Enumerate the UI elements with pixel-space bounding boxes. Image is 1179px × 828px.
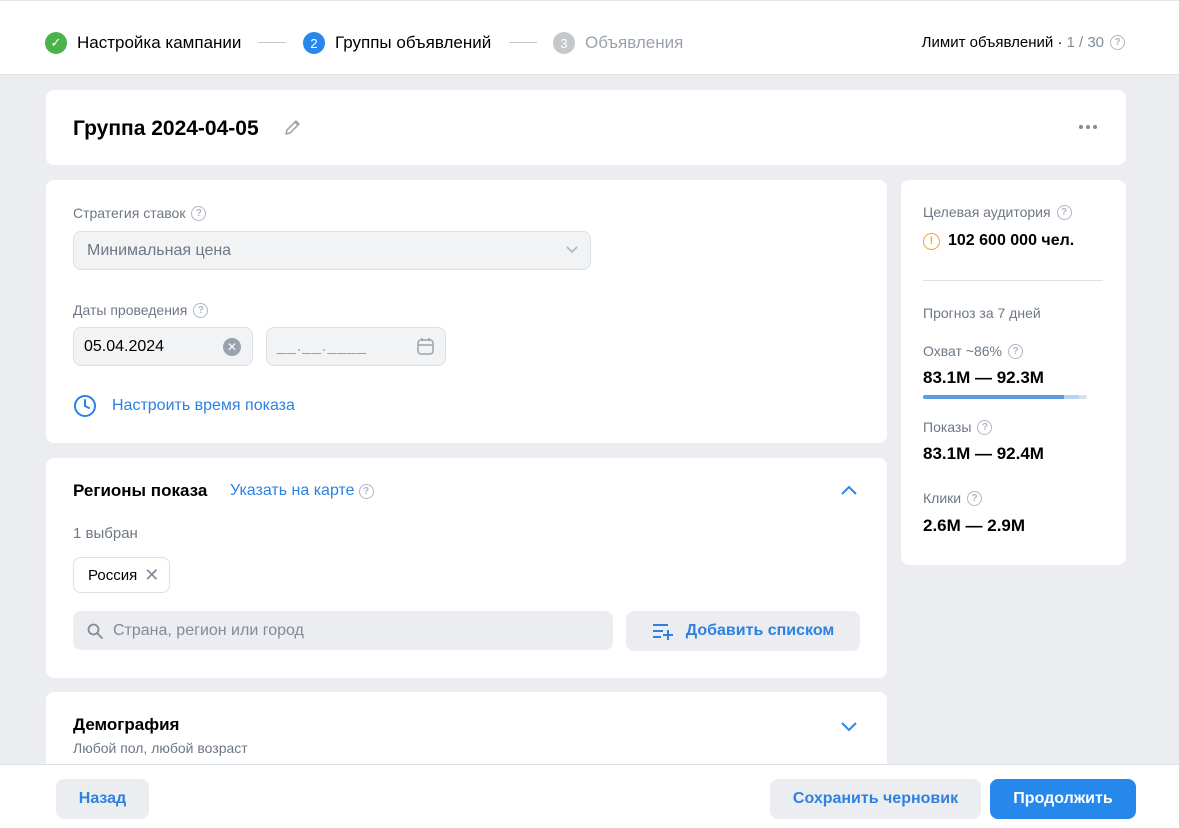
configure-time-link[interactable]: Настроить время показа — [73, 394, 295, 418]
add-list-button[interactable]: Добавить списком — [626, 611, 860, 651]
impressions-value: 83.1M — 92.4M — [923, 444, 1044, 463]
more-menu-icon[interactable] — [1079, 125, 1097, 129]
impressions-label: Показы — [923, 419, 972, 435]
configure-time-label: Настроить время показа — [112, 397, 295, 414]
start-date-field[interactable]: 05.04.2024 ✕ — [73, 327, 253, 366]
ads-limit-label: Лимит объявлений · — [921, 34, 1063, 51]
help-icon[interactable]: ? — [1110, 35, 1125, 50]
dates-label: Даты проведения — [73, 302, 188, 318]
impressions-label-row: Показы ? — [923, 419, 993, 435]
remove-chip-icon[interactable]: ✕ — [144, 566, 159, 584]
help-icon[interactable]: ? — [967, 490, 983, 506]
stepper-bar: ✓ Настройка кампании 2 Группы объявлений… — [0, 0, 1179, 75]
clicks-value: 2.6M — 2.9M — [923, 516, 1026, 535]
clear-icon[interactable]: ✕ — [223, 338, 241, 356]
add-list-label: Добавить списком — [685, 622, 835, 639]
continue-button[interactable]: Продолжить — [990, 779, 1136, 819]
group-title: Группа 2024-04-05 — [73, 117, 259, 140]
help-icon[interactable]: ? — [193, 302, 209, 318]
step-ad-groups[interactable]: 2 Группы объявлений — [303, 31, 491, 55]
reach-value: 83.1M — 92.3M — [923, 368, 1044, 387]
region-search-input[interactable] — [113, 621, 593, 640]
reach-progress-fill — [923, 395, 1065, 399]
reach-progress-range — [1064, 395, 1079, 399]
chevron-down-icon[interactable] — [841, 722, 857, 732]
clicks-label: Клики — [923, 490, 962, 506]
strategy-label-row: Стратегия ставок ? — [73, 205, 207, 221]
step-label: Настройка кампании — [77, 33, 242, 52]
clock-icon — [74, 395, 96, 417]
step-label: Объявления — [585, 33, 684, 52]
step-divider — [509, 42, 537, 43]
map-link-label: Указать на карте — [230, 482, 355, 499]
step-label: Группы объявлений — [335, 33, 492, 52]
audience-count: 102 600 000 чел. — [948, 232, 1075, 249]
help-icon[interactable]: ? — [1056, 204, 1072, 220]
calendar-icon[interactable] — [416, 337, 435, 356]
step-divider — [258, 42, 286, 43]
dates-label-row: Даты проведения ? — [73, 302, 209, 318]
regions-title: Регионы показа — [73, 481, 208, 500]
selected-count: 1 выбран — [73, 525, 138, 542]
bid-strategy-value: Минимальная цена — [87, 242, 232, 259]
audience-count-row: ! 102 600 000 чел. — [923, 232, 1074, 250]
help-icon[interactable]: ? — [358, 483, 374, 499]
step-number-badge: 2 — [303, 32, 325, 54]
help-icon[interactable]: ? — [1008, 343, 1023, 359]
check-icon: ✓ — [45, 32, 67, 54]
demography-subtitle: Любой пол, любой возраст — [73, 740, 248, 756]
warning-icon: ! — [923, 232, 940, 250]
regions-card: Регионы показа Указать на карте ? 1 выбр… — [46, 458, 887, 678]
group-header-card: Группа 2024-04-05 — [46, 90, 1126, 165]
region-chip-label: Россия — [88, 567, 138, 584]
list-add-icon — [652, 624, 673, 640]
step-number-badge: 3 — [553, 32, 575, 54]
back-button[interactable]: Назад — [56, 779, 149, 819]
chevron-up-icon[interactable] — [841, 485, 857, 495]
audience-label: Целевая аудитория — [923, 204, 1051, 220]
save-draft-button[interactable]: Сохранить черновик — [770, 779, 981, 819]
reach-label: Охват ~86% — [923, 343, 1002, 359]
forecast-label: Прогноз за 7 дней — [923, 305, 1041, 321]
end-date-placeholder: __.__.____ — [277, 338, 368, 355]
audience-card: Целевая аудитория ? ! 102 600 000 чел. П… — [901, 180, 1126, 565]
audience-label-row: Целевая аудитория ? — [923, 204, 1072, 220]
divider — [923, 280, 1103, 281]
footer-bar: Назад Сохранить черновик Продолжить — [0, 764, 1179, 828]
step-ads[interactable]: 3 Объявления — [553, 31, 683, 55]
region-chip: Россия ✕ — [73, 557, 171, 593]
chevron-down-icon — [566, 246, 578, 254]
strategy-label: Стратегия ставок — [73, 205, 186, 221]
bid-strategy-select[interactable]: Минимальная цена — [73, 231, 591, 270]
edit-pencil-icon[interactable] — [283, 117, 303, 137]
help-icon[interactable]: ? — [977, 419, 993, 435]
help-icon[interactable]: ? — [191, 205, 207, 221]
search-icon — [87, 623, 103, 639]
ads-limit: Лимит объявлений · 1 / 30 ? — [922, 34, 1125, 51]
step-campaign-settings[interactable]: ✓ Настройка кампании — [45, 31, 241, 55]
map-link[interactable]: Указать на карте ? — [230, 482, 374, 500]
start-date-value: 05.04.2024 — [84, 338, 165, 355]
clicks-label-row: Клики ? — [923, 490, 983, 506]
reach-label-row: Охват ~86% ? — [923, 343, 1023, 359]
end-date-field[interactable]: __.__.____ — [266, 327, 446, 366]
reach-progress-bar — [923, 395, 1087, 399]
demography-title: Демография — [73, 715, 180, 734]
ads-limit-count: 1 / 30 — [1066, 34, 1104, 51]
strategy-card: Стратегия ставок ? Минимальная цена Даты… — [46, 180, 887, 443]
region-search-box[interactable] — [73, 611, 613, 650]
